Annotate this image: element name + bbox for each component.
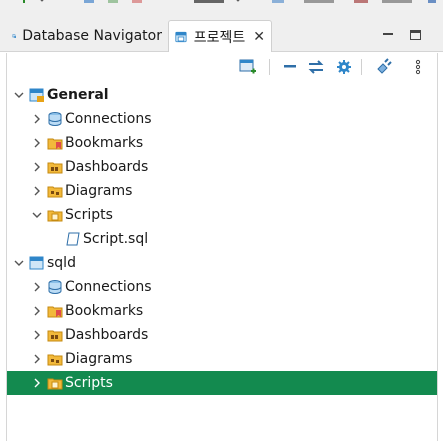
toolbar-icons-group-2[interactable]: [270, 0, 440, 5]
projects-view: General Connections Bookmarks Dashboards…: [6, 53, 438, 441]
chevron-right-icon[interactable]: [31, 113, 43, 125]
view-toolbar: [7, 53, 439, 81]
link-with-editor-icon[interactable]: [307, 58, 325, 76]
tree-item-sqld-scripts[interactable]: Scripts: [7, 371, 437, 395]
chevron-down-icon[interactable]: [13, 257, 25, 269]
chevron-right-icon[interactable]: [31, 353, 43, 365]
new-resource-icon[interactable]: [239, 58, 257, 76]
minimize-icon[interactable]: [382, 28, 394, 40]
tree-item-general-bookmarks[interactable]: Bookmarks: [7, 131, 437, 155]
connect-icon[interactable]: [375, 58, 393, 76]
tab-project-label: 프로젝트: [193, 29, 246, 46]
toolbar-icons-group[interactable]: [82, 0, 152, 5]
chevron-right-icon[interactable]: [31, 281, 43, 293]
connections-icon: [48, 280, 62, 294]
collapse-all-icon[interactable]: [281, 58, 299, 76]
chevron-right-icon[interactable]: [31, 185, 43, 197]
tree-label: Script.sql: [83, 231, 149, 247]
tree-item-sqld-diagrams[interactable]: Diagrams: [7, 347, 437, 371]
tree-label: Bookmarks: [65, 135, 144, 151]
tab-database-navigator-label: Database Navigator: [22, 28, 162, 44]
tree-label: Connections: [65, 111, 152, 127]
tree-item-script-sql[interactable]: Script.sql: [7, 227, 437, 251]
chevron-right-icon[interactable]: [31, 329, 43, 341]
tree-label: Diagrams: [65, 351, 133, 367]
project-icon: [175, 31, 187, 42]
diagrams-folder-icon: [47, 354, 63, 366]
tab-project[interactable]: 프로젝트 ✕: [168, 20, 272, 52]
chevron-right-icon[interactable]: [31, 137, 43, 149]
scripts-folder-icon: [47, 378, 63, 390]
tree-label: Dashboards: [65, 159, 149, 175]
chevron-down-icon[interactable]: [13, 89, 25, 101]
sql-script-icon: [66, 232, 80, 246]
diagrams-folder-icon: [47, 186, 63, 198]
toolbar-separator: [269, 59, 270, 75]
main-toolbar-strip: [0, 0, 443, 10]
chevron-right-icon[interactable]: [31, 377, 43, 389]
tree-item-general-diagrams[interactable]: Diagrams: [7, 179, 437, 203]
tree-item-general-dashboards[interactable]: Dashboards: [7, 155, 437, 179]
tree-item-general-connections[interactable]: Connections: [7, 107, 437, 131]
scripts-folder-icon: [47, 210, 63, 222]
tree-item-sqld-dashboards[interactable]: Dashboards: [7, 323, 437, 347]
tab-database-navigator[interactable]: Database Navigator: [6, 20, 168, 52]
chevron-right-icon[interactable]: [31, 161, 43, 173]
tree-item-sqld-connections[interactable]: Connections: [7, 275, 437, 299]
tree-item-general[interactable]: General: [7, 83, 437, 107]
configure-icon[interactable]: [335, 58, 353, 76]
tree-label: Dashboards: [65, 327, 149, 343]
tree-label: Scripts: [65, 207, 113, 223]
dashboards-folder-icon: [47, 162, 63, 174]
tree-label: sqld: [47, 255, 76, 271]
chevron-down-icon[interactable]: [31, 209, 43, 221]
maximize-icon[interactable]: [410, 30, 421, 40]
tree-label: Scripts: [65, 375, 113, 391]
view-menu-icon[interactable]: [409, 58, 427, 76]
bookmarks-folder-icon: [47, 306, 63, 318]
chevron-right-icon[interactable]: [31, 305, 43, 317]
project-icon: [29, 256, 44, 270]
database-navigator-icon: [12, 34, 16, 38]
tree-item-sqld-bookmarks[interactable]: Bookmarks: [7, 299, 437, 323]
tree-label: General: [47, 87, 109, 103]
dashboards-folder-icon: [47, 330, 63, 342]
view-tab-bar: Database Navigator 프로젝트 ✕: [0, 10, 443, 52]
project-icon: [29, 88, 44, 102]
tree-label: Bookmarks: [65, 303, 144, 319]
tree-item-general-scripts[interactable]: Scripts: [7, 203, 437, 227]
connections-icon: [48, 112, 62, 126]
new-connection-icon[interactable]: [20, 0, 50, 5]
close-icon[interactable]: ✕: [253, 29, 265, 45]
bookmarks-folder-icon: [47, 138, 63, 150]
tree-label: Connections: [65, 279, 152, 295]
tree-item-sqld[interactable]: sqld: [7, 251, 437, 275]
tree-label: Diagrams: [65, 183, 133, 199]
toolbar-separator: [361, 59, 362, 75]
sql-editor-icon[interactable]: [190, 0, 250, 5]
